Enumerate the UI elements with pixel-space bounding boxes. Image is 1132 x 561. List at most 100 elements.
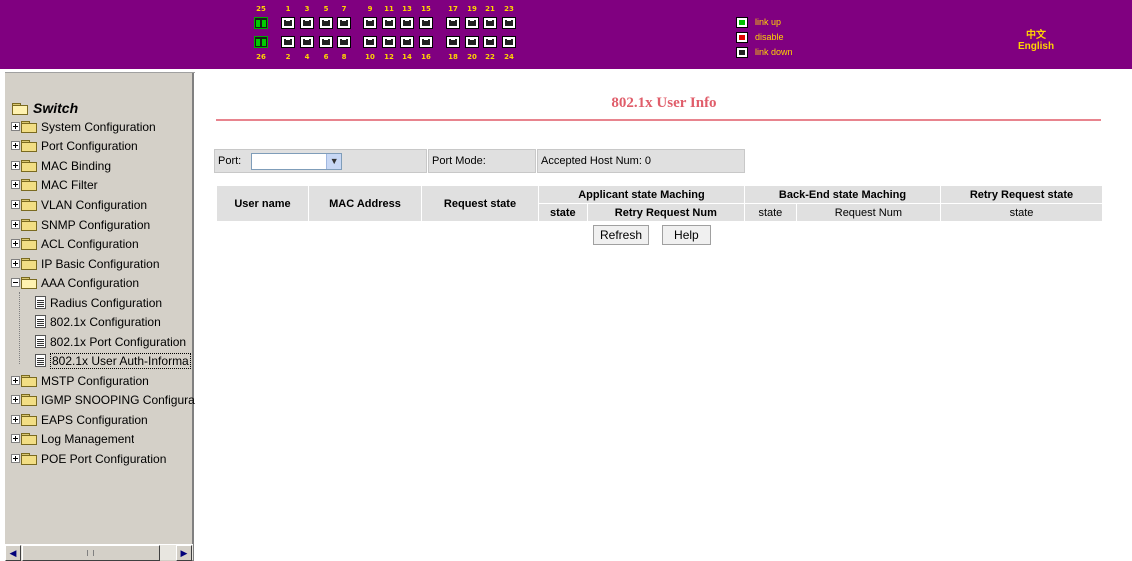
scrollbar-thumb[interactable] xyxy=(22,545,160,561)
port-link-down-icon[interactable] xyxy=(502,36,516,48)
expand-icon[interactable] xyxy=(11,395,20,404)
action-buttons: Refresh Help xyxy=(593,225,711,245)
expand-icon[interactable] xyxy=(11,415,20,424)
tree-root-switch[interactable]: Switch xyxy=(11,99,78,117)
folder-icon xyxy=(21,414,37,426)
port-number: 17 xyxy=(448,5,458,13)
port-link-down-icon[interactable] xyxy=(502,17,516,29)
expand-icon[interactable] xyxy=(11,122,20,131)
sidebar-item-log-management[interactable]: Log Management xyxy=(11,429,134,448)
expand-icon[interactable] xyxy=(11,180,20,189)
sidebar-item-aaa-configuration[interactable]: AAA Configuration xyxy=(11,273,139,292)
sidebar-item-label: ACL Configuration xyxy=(41,236,139,251)
document-icon xyxy=(35,335,46,348)
port-number: 9 xyxy=(367,5,373,13)
port-link-down-icon[interactable] xyxy=(319,17,333,29)
language-english-link[interactable]: English xyxy=(1000,41,1072,52)
sidebar-item-8021x-port-configuration[interactable]: 802.1x Port Configuration xyxy=(35,332,186,351)
port-link-down-icon[interactable] xyxy=(446,36,460,48)
collapse-icon[interactable] xyxy=(11,278,20,287)
legend-label: link down xyxy=(755,47,793,57)
port-link-down-icon[interactable] xyxy=(483,36,497,48)
sidebar-item-label: MAC Filter xyxy=(41,177,98,192)
port-number: 1 xyxy=(285,5,291,13)
sidebar-item-label: IGMP SNOOPING Configura xyxy=(41,392,195,407)
port-link-down-icon[interactable] xyxy=(319,36,333,48)
folder-icon xyxy=(21,258,37,270)
sidebar-item-mac-binding[interactable]: MAC Binding xyxy=(11,156,111,175)
sidebar-item-label: SNMP Configuration xyxy=(41,217,151,232)
document-icon xyxy=(35,315,46,328)
sidebar-item-igmp-snooping-configuration[interactable]: IGMP SNOOPING Configura xyxy=(11,390,195,409)
port-link-down-icon[interactable] xyxy=(483,17,497,29)
main-content: 802.1x User Info Port: ▼ Port Mode: Acce… xyxy=(196,70,1132,561)
port-link-down-icon[interactable] xyxy=(446,17,460,29)
scroll-left-icon[interactable]: ◀ xyxy=(5,545,21,561)
sidebar-item-mac-filter[interactable]: MAC Filter xyxy=(11,175,98,194)
sidebar-item-snmp-configuration[interactable]: SNMP Configuration xyxy=(11,215,150,234)
expand-icon[interactable] xyxy=(11,141,20,150)
help-button[interactable]: Help xyxy=(662,225,711,245)
expand-icon[interactable] xyxy=(11,239,20,248)
sidebar-item-eaps-configuration[interactable]: EAPS Configuration xyxy=(11,410,148,429)
port-control-row: Port: ▼ Port Mode: Accepted Host Num: 0 xyxy=(214,149,745,173)
folder-icon xyxy=(21,140,37,152)
expand-icon[interactable] xyxy=(11,161,20,170)
port-link-down-icon[interactable] xyxy=(281,17,295,29)
chevron-down-icon[interactable]: ▼ xyxy=(326,153,342,169)
sidebar-item-system-configuration[interactable]: System Configuration xyxy=(11,117,156,136)
expand-icon[interactable] xyxy=(11,259,20,268)
expand-icon[interactable] xyxy=(11,200,20,209)
folder-icon xyxy=(21,121,37,133)
top-banner: 25 26 1 3 5 7 9 11 13 15 17 19 21 23 2 4… xyxy=(0,0,1132,69)
sidebar-item-8021x-configuration[interactable]: 802.1x Configuration xyxy=(35,312,161,331)
port-link-down-icon[interactable] xyxy=(419,17,433,29)
expand-icon[interactable] xyxy=(11,454,20,463)
col-retry-request-state: Retry Request state xyxy=(941,186,1102,203)
port-link-down-icon[interactable] xyxy=(337,36,351,48)
port-number: 21 xyxy=(485,5,495,13)
port-number: 3 xyxy=(304,5,310,13)
port-link-down-icon[interactable] xyxy=(281,36,295,48)
sidebar-item-label: 802.1x Port Configuration xyxy=(50,334,187,349)
port-link-down-icon[interactable] xyxy=(382,17,396,29)
port-number: 16 xyxy=(421,53,431,61)
col-backend-substate: state xyxy=(745,204,796,221)
port-select[interactable]: ▼ xyxy=(251,152,343,170)
sidebar-item-8021x-user-auth-info[interactable]: 802.1x User Auth-Informa xyxy=(35,351,191,370)
expand-icon[interactable] xyxy=(11,220,20,229)
port-link-down-icon[interactable] xyxy=(300,17,314,29)
port-number: 13 xyxy=(402,5,412,13)
col-backend-state: Back-End state Maching xyxy=(745,186,940,203)
port-link-down-icon[interactable] xyxy=(465,17,479,29)
port-link-down-icon[interactable] xyxy=(363,36,377,48)
sidebar-item-port-configuration[interactable]: Port Configuration xyxy=(11,136,138,155)
sidebar-item-ip-basic-configuration[interactable]: IP Basic Configuration xyxy=(11,254,160,273)
sidebar-horizontal-scrollbar[interactable]: ◀ ▶ xyxy=(5,544,193,561)
sidebar-item-acl-configuration[interactable]: ACL Configuration xyxy=(11,234,139,253)
port-number: 20 xyxy=(467,53,477,61)
port-link-down-icon[interactable] xyxy=(419,36,433,48)
sidebar-item-vlan-configuration[interactable]: VLAN Configuration xyxy=(11,195,147,214)
fiber-port-25-icon[interactable] xyxy=(254,17,268,29)
scroll-right-icon[interactable]: ▶ xyxy=(176,545,192,561)
port-link-down-icon[interactable] xyxy=(300,36,314,48)
sidebar-item-radius-configuration[interactable]: Radius Configuration xyxy=(35,293,162,312)
port-link-down-icon[interactable] xyxy=(363,17,377,29)
port-link-up-icon xyxy=(736,17,748,28)
port-number: 8 xyxy=(341,53,347,61)
port-link-down-icon[interactable] xyxy=(465,36,479,48)
sidebar-item-label: 802.1x Configuration xyxy=(50,314,161,329)
sidebar-item-label: POE Port Configuration xyxy=(41,451,167,466)
sidebar-item-mstp-configuration[interactable]: MSTP Configuration xyxy=(11,371,149,390)
port-link-down-icon[interactable] xyxy=(400,17,414,29)
expand-icon[interactable] xyxy=(11,376,20,385)
expand-icon[interactable] xyxy=(11,434,20,443)
port-link-down-icon[interactable] xyxy=(400,36,414,48)
fiber-port-26-icon[interactable] xyxy=(254,36,268,48)
refresh-button[interactable]: Refresh xyxy=(593,225,650,245)
port-link-down-icon[interactable] xyxy=(382,36,396,48)
sidebar-item-poe-port-configuration[interactable]: POE Port Configuration xyxy=(11,449,166,468)
port-link-down-icon[interactable] xyxy=(337,17,351,29)
language-chinese-link[interactable]: 中文 xyxy=(1000,26,1072,41)
